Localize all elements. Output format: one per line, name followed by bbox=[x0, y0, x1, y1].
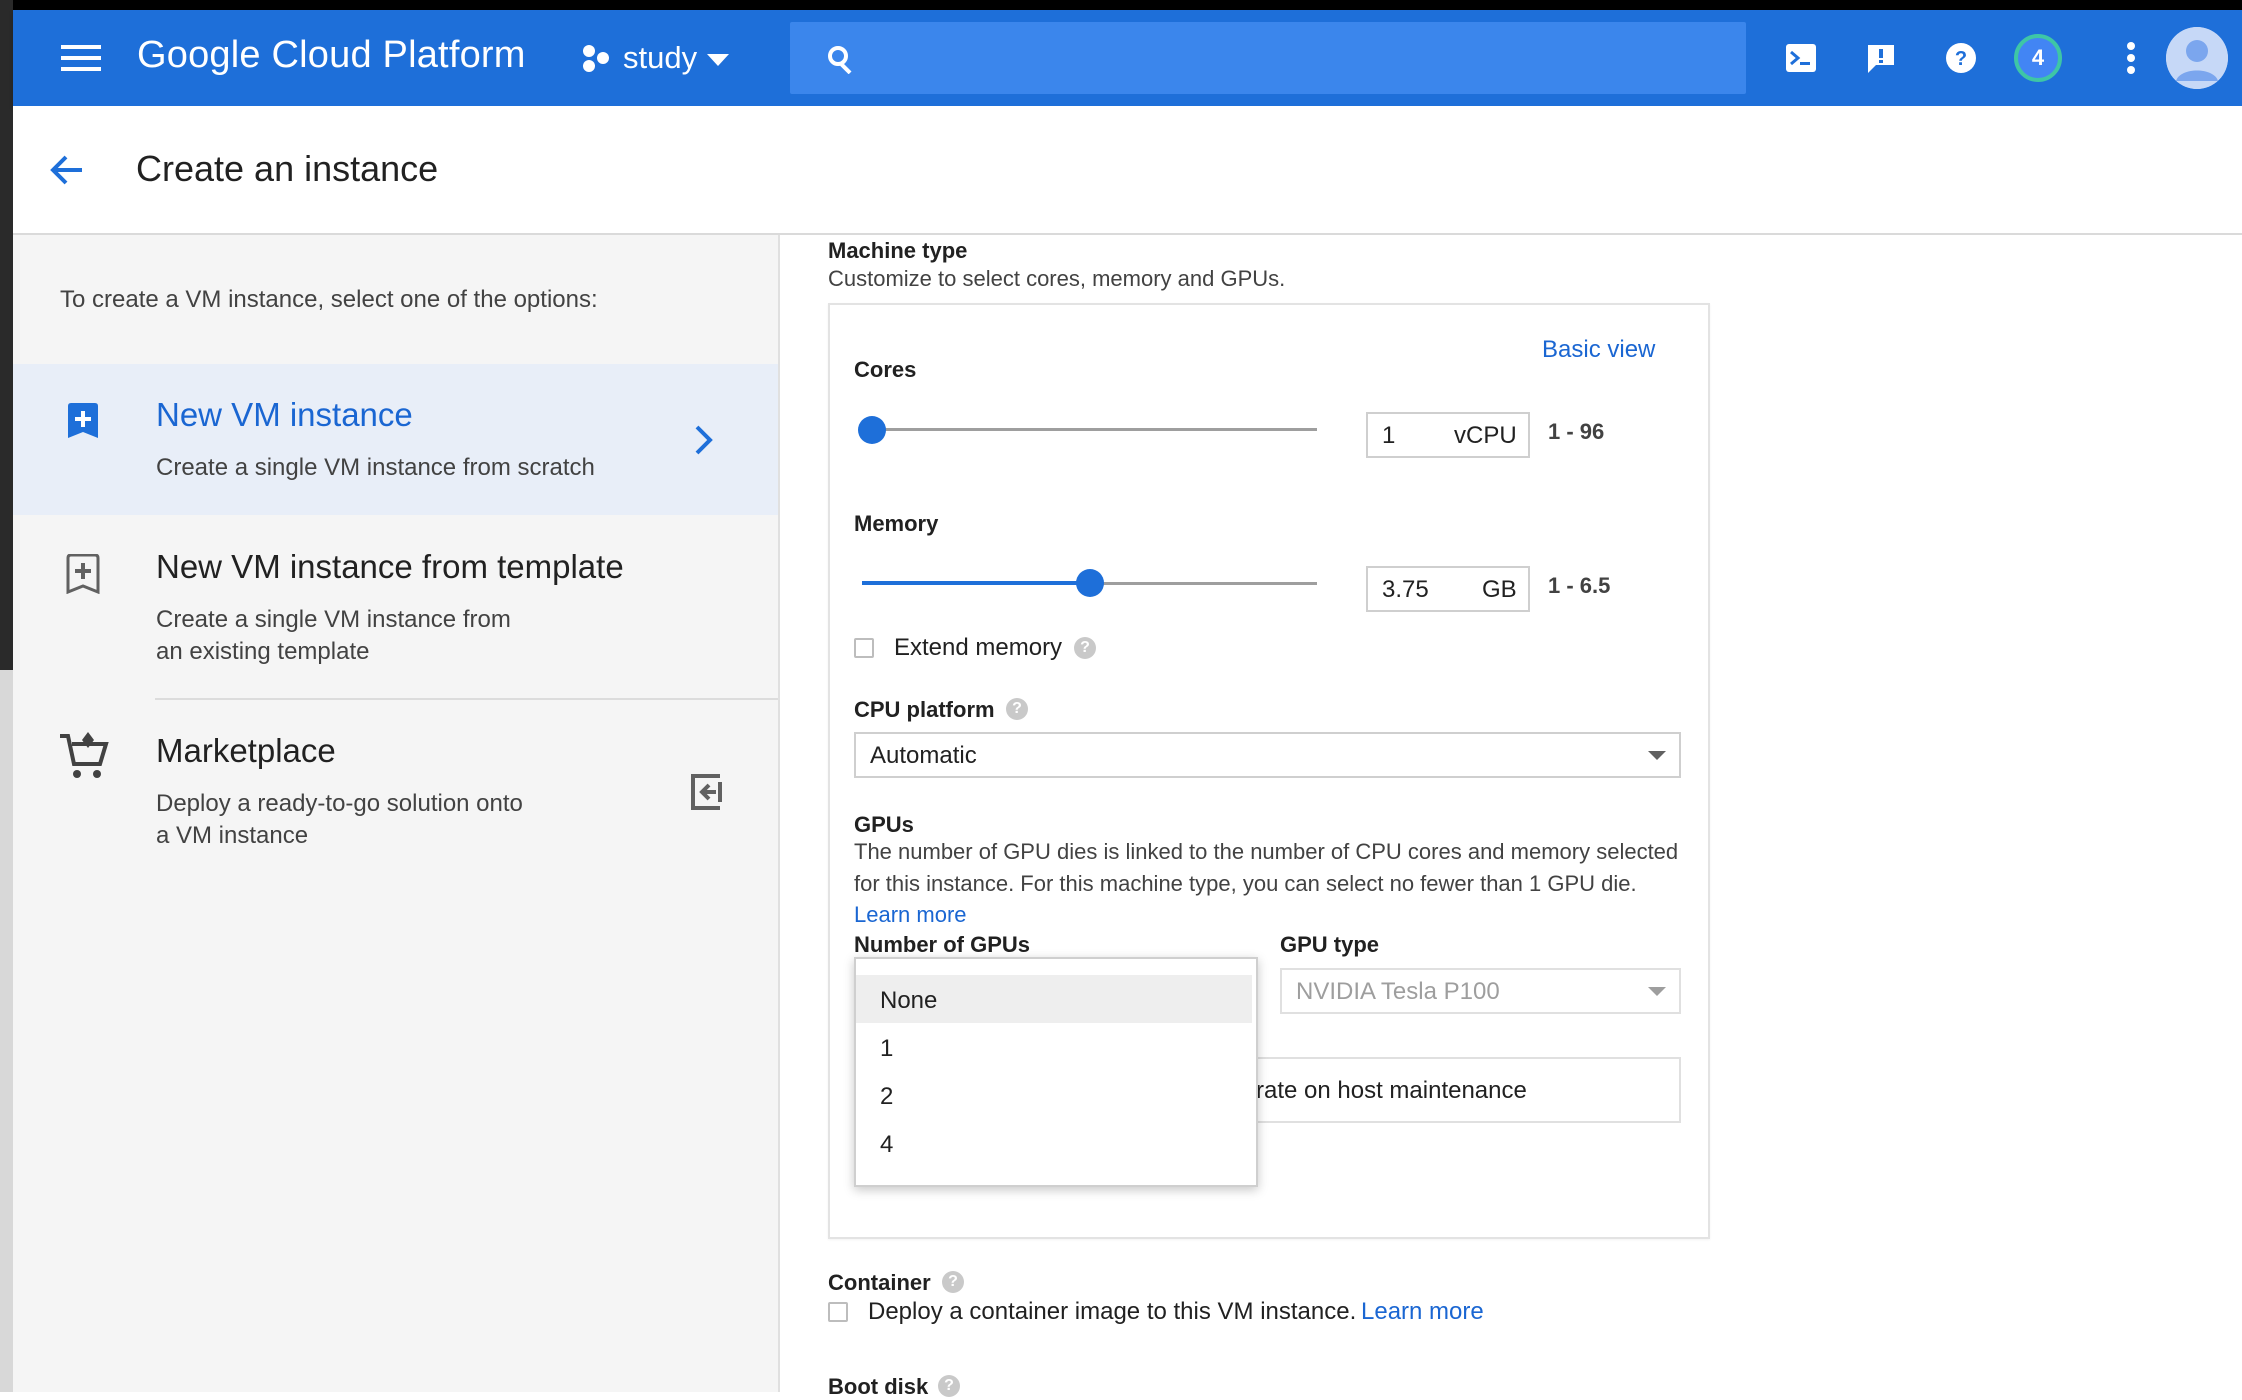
option-title: New VM instance bbox=[156, 396, 413, 433]
help-icon[interactable]: ? bbox=[938, 1375, 960, 1397]
option-description: Create a single VM instance from scratch bbox=[156, 454, 595, 481]
menu-item-label: None bbox=[880, 987, 938, 1014]
window-edge bbox=[0, 0, 13, 670]
host-maintenance-text: rate on host maintenance bbox=[1256, 1077, 1527, 1104]
gpus-learn-more-link[interactable]: Learn more bbox=[854, 902, 967, 928]
host-maintenance-box[interactable]: rate on host maintenance bbox=[1254, 1057, 1681, 1123]
memory-label: Memory bbox=[854, 511, 939, 536]
more-vert-icon bbox=[2127, 42, 2135, 74]
open-launcher-icon bbox=[691, 774, 722, 810]
template-add-icon bbox=[66, 554, 100, 594]
gpu-type-label: GPU type bbox=[1280, 932, 1380, 957]
arrow-back-icon bbox=[50, 155, 82, 185]
menu-item-4[interactable]: 4 bbox=[856, 1119, 1252, 1167]
memory-input[interactable]: 3.75 GB bbox=[1366, 566, 1530, 612]
help-button[interactable]: ? bbox=[1935, 32, 1987, 84]
container-checkbox-text: Deploy a container image to this VM inst… bbox=[868, 1298, 1357, 1325]
svg-text:?: ? bbox=[1955, 48, 1967, 70]
option-title: New VM instance from template bbox=[156, 548, 624, 585]
avatar[interactable] bbox=[2166, 27, 2228, 89]
boot-disk-label: Boot disk bbox=[828, 1374, 929, 1399]
cores-label: Cores bbox=[854, 357, 917, 382]
container-learn-more-link[interactable]: Learn more bbox=[1361, 1298, 1484, 1326]
chevron-right-icon bbox=[695, 425, 713, 455]
hamburger-icon bbox=[61, 45, 101, 71]
gpus-description: for this instance. For this machine type… bbox=[854, 871, 1637, 896]
memory-slider-thumb[interactable] bbox=[1076, 569, 1104, 597]
menu-item-label: 4 bbox=[880, 1131, 894, 1158]
feedback-button[interactable] bbox=[1855, 32, 1907, 84]
cores-range: 1 - 96 bbox=[1548, 419, 1605, 444]
gpu-type-select[interactable]: NVIDIA Tesla P100 bbox=[1280, 968, 1681, 1014]
option-title: Marketplace bbox=[156, 732, 336, 769]
menu-button[interactable] bbox=[53, 30, 109, 86]
cpu-platform-select[interactable]: Automatic bbox=[854, 732, 1681, 778]
memory-slider-fill bbox=[862, 581, 1090, 585]
top-strip bbox=[13, 0, 2242, 10]
add-box-icon bbox=[68, 403, 98, 438]
memory-unit: GB bbox=[1482, 576, 1517, 603]
cores-slider-track[interactable] bbox=[862, 428, 1317, 431]
feedback-icon bbox=[1868, 45, 1894, 73]
terminal-icon bbox=[1786, 44, 1816, 72]
brand-title[interactable]: Google Cloud Platform bbox=[137, 34, 526, 77]
help-icon[interactable]: ? bbox=[942, 1271, 964, 1293]
cpu-platform-label: CPU platform bbox=[854, 697, 995, 722]
memory-value: 3.75 bbox=[1382, 576, 1429, 603]
help-icon[interactable]: ? bbox=[1074, 637, 1096, 659]
top-app-bar: Google Cloud Platform study ? 4 bbox=[13, 10, 2242, 106]
more-options-button[interactable] bbox=[2111, 32, 2151, 84]
menu-item-1[interactable]: 1 bbox=[856, 1023, 1252, 1071]
option-description: Deploy a ready-to-go solution onto bbox=[156, 790, 523, 817]
project-selector[interactable]: study bbox=[565, 28, 740, 86]
dropdown-caret-icon bbox=[1648, 987, 1666, 996]
container-label: Container bbox=[828, 1270, 931, 1295]
user-icon bbox=[2166, 27, 2228, 89]
cores-unit: vCPU bbox=[1454, 422, 1517, 449]
menu-item-label: 1 bbox=[880, 1035, 894, 1062]
project-dots-icon bbox=[583, 45, 609, 72]
gpus-description: The number of GPU dies is linked to the … bbox=[854, 839, 1679, 864]
shopping-cart-icon bbox=[60, 732, 109, 778]
cores-input[interactable]: 1 vCPU bbox=[1366, 412, 1530, 458]
chevron-down-icon bbox=[707, 54, 729, 66]
help-icon[interactable]: ? bbox=[1006, 698, 1028, 720]
search-input[interactable] bbox=[790, 22, 1746, 94]
dropdown-caret-icon bbox=[1648, 751, 1666, 760]
menu-item-none[interactable]: None bbox=[856, 975, 1252, 1023]
cores-value: 1 bbox=[1382, 422, 1396, 449]
cloud-shell-button[interactable] bbox=[1775, 32, 1827, 84]
extend-memory-label: Extend memory bbox=[894, 634, 1063, 661]
extend-memory-checkbox[interactable] bbox=[854, 638, 874, 658]
window-edge-lower bbox=[0, 670, 13, 1392]
cpu-platform-value: Automatic bbox=[870, 742, 977, 769]
back-button[interactable] bbox=[46, 150, 90, 194]
option-new-vm-instance[interactable] bbox=[13, 364, 778, 515]
machine-type-subtitle: Customize to select cores, memory and GP… bbox=[828, 266, 1286, 291]
option-description: an existing template bbox=[156, 638, 370, 665]
number-of-gpus-label: Number of GPUs bbox=[854, 932, 1031, 957]
container-checkbox[interactable] bbox=[828, 1302, 848, 1322]
options-intro: To create a VM instance, select one of t… bbox=[60, 286, 598, 313]
option-description: Create a single VM instance from bbox=[156, 606, 511, 633]
gpus-label: GPUs bbox=[854, 812, 914, 837]
help-circle-icon: ? bbox=[1946, 43, 1976, 73]
project-name: study bbox=[623, 40, 698, 75]
memory-range: 1 - 6.5 bbox=[1548, 573, 1611, 598]
number-of-gpus-menu: None 1 2 4 bbox=[854, 957, 1258, 1187]
search-icon bbox=[828, 46, 852, 74]
gpu-type-value: NVIDIA Tesla P100 bbox=[1296, 978, 1500, 1005]
machine-type-label: Machine type bbox=[828, 238, 968, 263]
menu-item-2[interactable]: 2 bbox=[856, 1071, 1252, 1119]
menu-item-label: 2 bbox=[880, 1083, 894, 1110]
cores-slider-thumb[interactable] bbox=[858, 416, 886, 444]
basic-view-link[interactable]: Basic view bbox=[1542, 336, 1655, 364]
notifications-badge[interactable]: 4 bbox=[2014, 34, 2062, 82]
option-description: a VM instance bbox=[156, 822, 309, 849]
page-title: Create an instance bbox=[136, 148, 439, 189]
